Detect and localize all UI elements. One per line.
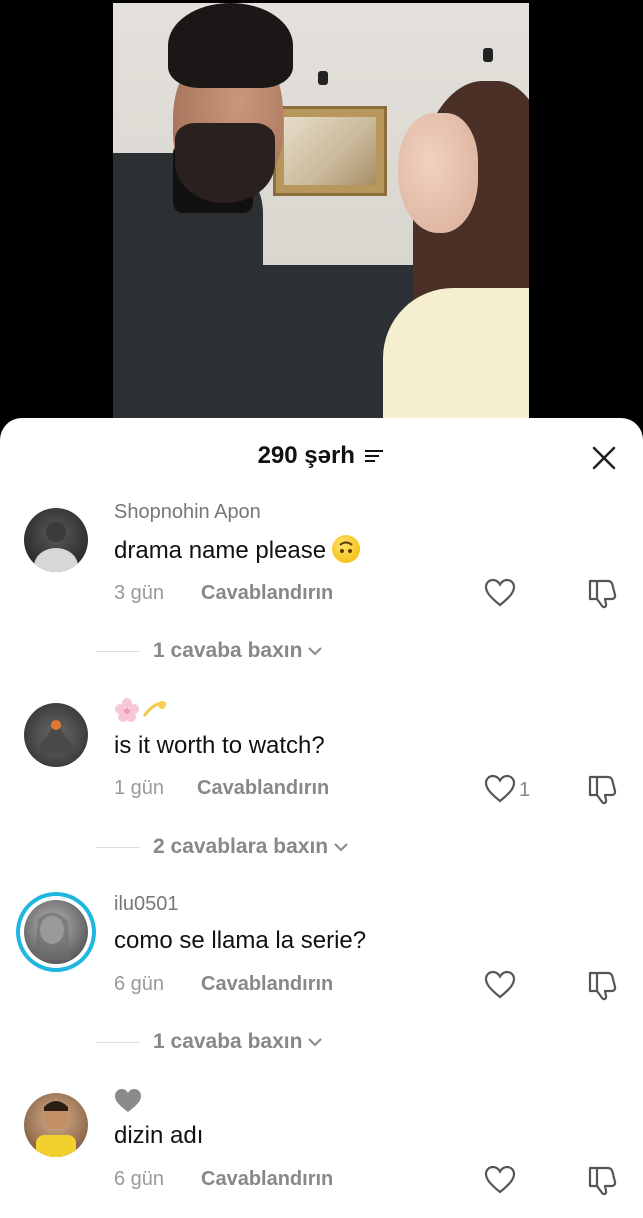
heart-icon[interactable] [484,970,516,1000]
comment-username[interactable]: Shopnohin Apon [114,501,261,524]
avatar[interactable] [24,1093,88,1157]
comment-text: como se llama la serie? [114,927,367,954]
avatar-with-story-ring[interactable] [16,892,96,972]
comment-time: 6 gün [114,973,165,995]
comment-text: is it worth to watch? [114,732,325,759]
comments-header: 290 şərh [0,442,643,476]
view-replies-label[interactable]: 1 cavaba baxın [153,639,323,663]
view-replies-label[interactable]: 2 cavablara baxın [153,835,348,859]
comment-time: 6 gün [114,1168,165,1190]
wall-lamp [483,48,493,62]
chevron-down-icon [308,647,323,656]
comment-text: dizin adı [114,1122,204,1149]
avatar[interactable] [24,508,88,572]
sort-filter-icon[interactable] [363,447,385,465]
avatar[interactable] [24,703,88,767]
reply-button[interactable]: Cavablandırın [201,973,333,996]
flower-sparkle-emoji [115,698,167,722]
comment-username[interactable]: ilu0501 [114,893,179,916]
replies-divider [96,1042,140,1043]
comment-time: 3 gün [114,582,165,604]
comment-username[interactable] [114,1088,142,1120]
woman-coat [383,288,529,433]
upside-down-face-emoji [332,535,361,563]
reply-button[interactable]: Cavablandırın [201,1168,333,1191]
comment-time: 1 gün [114,777,165,799]
heart-icon[interactable] [484,578,516,608]
reply-button[interactable]: Cavablandırın [197,777,329,800]
woman-face [398,113,478,233]
dislike-icon[interactable] [586,969,620,1001]
replies-divider [96,651,140,652]
heart-icon[interactable] [484,774,516,804]
dislike-icon[interactable] [586,1164,620,1196]
grey-heart-emoji [115,1089,141,1112]
view-replies-label[interactable]: 1 cavaba baxın [153,1030,323,1054]
dislike-icon[interactable] [586,577,620,609]
man-beard [175,123,275,203]
dislike-icon[interactable] [586,773,620,805]
comment-text: drama name please [114,535,361,565]
replies-divider [96,847,140,848]
comment-username[interactable] [114,696,170,730]
man-hair [168,3,293,88]
comment-count: 290 şərh [257,442,355,469]
reply-button[interactable]: Cavablandırın [201,582,333,605]
close-icon[interactable] [590,444,618,472]
comments-sheet: 290 şərh Shopnohin Apon drama name pleas… [0,418,643,1218]
video-player[interactable] [113,3,529,433]
like-count: 1 [519,779,531,801]
chevron-down-icon [334,843,348,852]
heart-icon[interactable] [484,1165,516,1195]
wall-painting [273,106,387,196]
wall-lamp [318,71,328,85]
chevron-down-icon [308,1038,323,1047]
